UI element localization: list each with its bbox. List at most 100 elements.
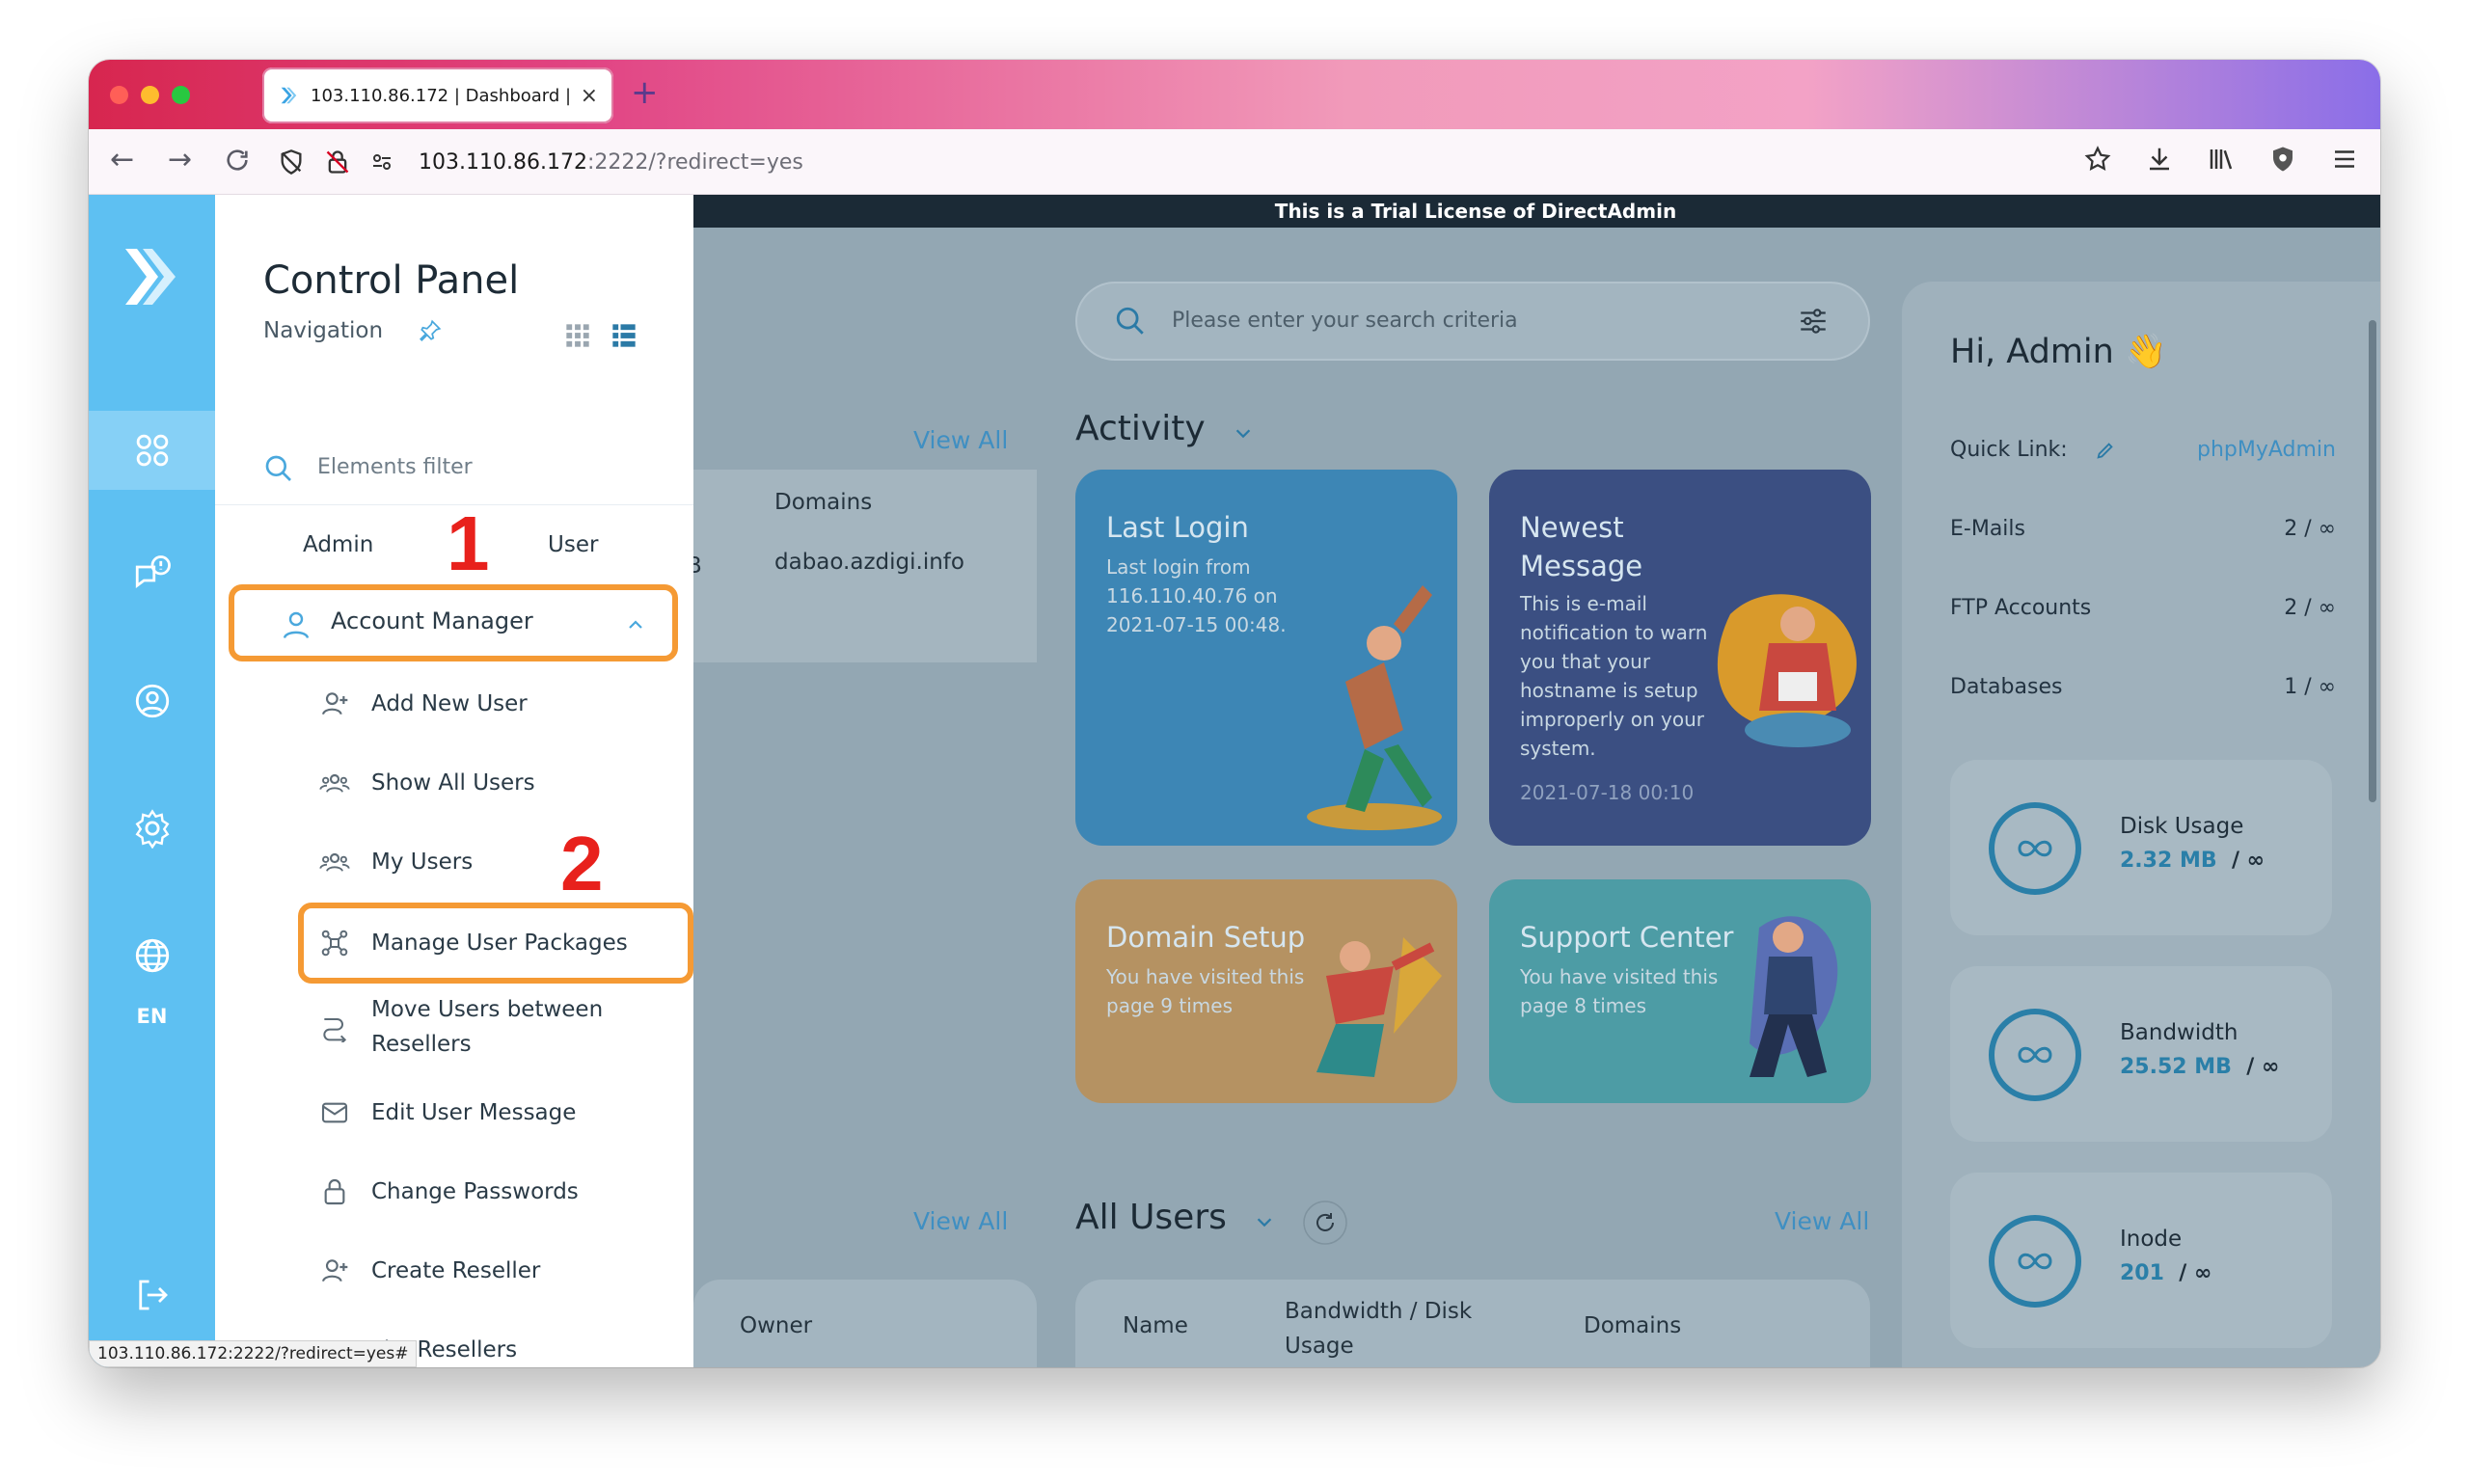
- quick-link-phpmyadmin[interactable]: phpMyAdmin: [2197, 438, 2336, 462]
- reading-person-illustration-icon: [1717, 594, 1857, 747]
- card-title: Newest Message: [1520, 511, 1643, 582]
- new-tab-button[interactable]: +: [631, 73, 659, 112]
- menu-change-passwords[interactable]: Change Passwords: [215, 1153, 693, 1230]
- scrollbar[interactable]: [2369, 320, 2376, 802]
- domain-cell[interactable]: dabao.azdigi.info: [774, 550, 964, 575]
- view-all-link-users[interactable]: View All: [1775, 1207, 1869, 1235]
- rail-account[interactable]: [89, 661, 215, 741]
- account-manager-label: Account Manager: [331, 607, 533, 634]
- menu-hamburger-icon[interactable]: [2330, 145, 2359, 174]
- filter-input[interactable]: Elements filter: [317, 455, 473, 479]
- reload-icon[interactable]: [224, 147, 251, 174]
- tab-bar: 103.110.86.172 | Dashboard | Dir × +: [89, 60, 2380, 129]
- users-group-icon: [319, 852, 350, 872]
- downloads-icon[interactable]: [2145, 145, 2174, 174]
- search-input[interactable]: Please enter your search criteria: [1172, 309, 1518, 333]
- infinity-ring-icon: [1989, 1215, 2081, 1308]
- active-tab[interactable]: 103.110.86.172 | Dashboard | Dir ×: [262, 67, 613, 123]
- stat-value: 2.32 MB / ∞: [2120, 849, 2265, 873]
- all-users-chevron-icon[interactable]: [1254, 1211, 1275, 1232]
- all-users-heading[interactable]: All Users: [1075, 1198, 1227, 1237]
- add-user-icon: [321, 1259, 348, 1282]
- infinity-ring-icon: [1989, 802, 2081, 895]
- name-column-header: Name: [1123, 1313, 1188, 1338]
- menu-add-new-user[interactable]: Add New User: [215, 665, 693, 742]
- tracking-protection-icon[interactable]: [278, 148, 305, 175]
- rail-messages[interactable]: [89, 534, 215, 613]
- card-title: Last Login: [1106, 511, 1249, 544]
- close-window-button[interactable]: [110, 86, 128, 104]
- card-title: Support Center: [1520, 921, 1734, 954]
- move-users-icon: [323, 1018, 347, 1042]
- pin-icon[interactable]: [418, 318, 443, 343]
- packages-network-icon: [321, 930, 348, 957]
- infinity-ring-icon: [1989, 1009, 2081, 1101]
- view-all-link-left[interactable]: View All: [913, 1207, 1008, 1235]
- edit-pencil-icon[interactable]: [2095, 440, 2116, 461]
- grid-apps-icon: [136, 434, 168, 467]
- panel-title: Control Panel: [263, 258, 520, 303]
- stat-value: 25.52 MB / ∞: [2120, 1055, 2280, 1079]
- ftp-accounts-row: FTP Accounts 2 / ∞: [1950, 596, 2336, 620]
- minimize-window-button[interactable]: [141, 86, 159, 104]
- domain-setup-card[interactable]: Domain Setup You have visited this page …: [1075, 879, 1457, 1103]
- tab-title: 103.110.86.172 | Dashboard | Dir: [311, 85, 573, 106]
- menu-move-users-between-resellers[interactable]: Move Users between Resellers: [215, 985, 693, 1068]
- search-icon: [1116, 307, 1144, 335]
- stat-label: Bandwidth: [2120, 1020, 2238, 1045]
- rail-logout[interactable]: [89, 1255, 215, 1335]
- site-permissions-icon[interactable]: [370, 148, 393, 175]
- grid-view-icon[interactable]: [564, 322, 591, 349]
- menu-create-reseller[interactable]: Create Reseller: [215, 1232, 693, 1309]
- bookmark-star-icon[interactable]: [2083, 145, 2112, 174]
- users-group-icon: [319, 773, 350, 793]
- address-bar[interactable]: 103.110.86.172:2222/?redirect=yes: [278, 137, 2168, 187]
- databases-row: Databases 1 / ∞: [1950, 675, 2336, 699]
- back-button[interactable]: ←: [110, 143, 134, 176]
- menu-edit-user-message[interactable]: Edit User Message: [215, 1074, 693, 1151]
- activity-chevron-icon[interactable]: [1233, 422, 1254, 444]
- rail-language[interactable]: [89, 916, 215, 995]
- refresh-icon[interactable]: [1302, 1200, 1348, 1246]
- card-body: You have visited this page 8 times: [1520, 965, 1719, 1017]
- support-center-card[interactable]: Support Center You have visited this pag…: [1489, 879, 1871, 1103]
- menu-my-users[interactable]: My Users: [215, 823, 693, 901]
- account-manager-menu[interactable]: Account Manager: [229, 584, 678, 661]
- last-login-card[interactable]: Last Login Last login from 116.110.40.76…: [1075, 470, 1457, 846]
- add-user-icon: [321, 692, 348, 715]
- filter-settings-icon[interactable]: [1797, 305, 1830, 337]
- library-icon[interactable]: [2207, 145, 2236, 174]
- forward-button[interactable]: →: [168, 143, 192, 176]
- menu-manage-user-packages[interactable]: Manage User Packages: [215, 904, 693, 982]
- status-bar-url: 103.110.86.172:2222/?redirect=yes#: [89, 1340, 418, 1367]
- page-content: View All Domains dabao.azdigi.info B Ple…: [89, 195, 2380, 1367]
- card-body: Last login from 116.110.40.76 on 2021-07…: [1106, 555, 1287, 636]
- newest-message-card[interactable]: Newest Message This is e-mail notificati…: [1489, 470, 1871, 846]
- insecure-lock-icon[interactable]: [324, 148, 351, 175]
- url-text[interactable]: 103.110.86.172:2222/?redirect=yes: [419, 150, 803, 175]
- quick-link-label: Quick Link:: [1950, 438, 2068, 462]
- tab-user[interactable]: User: [548, 532, 598, 557]
- logout-icon: [138, 1280, 168, 1310]
- list-view-icon[interactable]: [610, 322, 638, 349]
- rail-settings[interactable]: [89, 789, 215, 868]
- emails-row: E-Mails 2 / ∞: [1950, 517, 2336, 541]
- tab-admin[interactable]: Admin: [303, 532, 373, 557]
- rail-dashboard[interactable]: [89, 411, 215, 490]
- elements-filter[interactable]: Elements filter: [215, 436, 693, 505]
- quick-link-row: Quick Link: phpMyAdmin: [1950, 438, 2336, 462]
- extension-shield-icon[interactable]: [2268, 145, 2297, 174]
- search-bar[interactable]: Please enter your search criteria: [1075, 282, 1870, 361]
- language-label[interactable]: EN: [89, 1005, 215, 1028]
- directadmin-logo-icon[interactable]: [122, 245, 181, 309]
- view-all-link-top[interactable]: View All: [913, 426, 1008, 454]
- tab-close-icon[interactable]: ×: [581, 84, 598, 108]
- stat-label: Disk Usage: [2120, 814, 2244, 839]
- menu-show-all-users[interactable]: Show All Users: [215, 744, 693, 822]
- envelope-icon: [321, 1102, 348, 1123]
- zoom-window-button[interactable]: [172, 86, 190, 104]
- activity-heading[interactable]: Activity: [1075, 409, 1206, 448]
- annotation-number-1: 1: [447, 500, 490, 586]
- icon-rail: EN: [89, 195, 215, 1367]
- gear-icon: [135, 809, 169, 849]
